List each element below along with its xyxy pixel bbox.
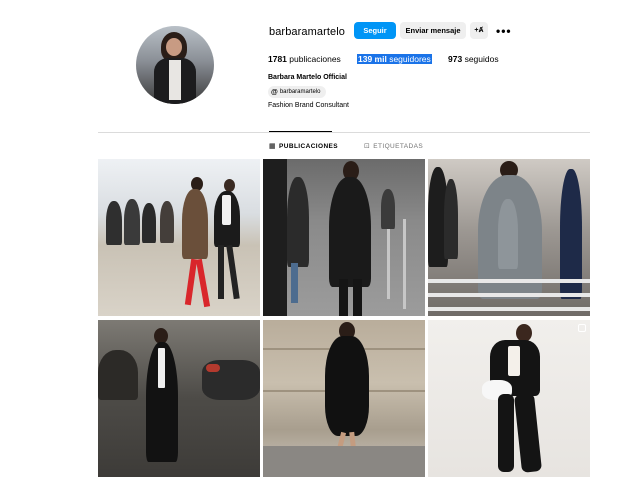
profile-bio: Fashion Brand Consultant: [268, 102, 349, 109]
tab-posts-label: PUBLICACIONES: [279, 142, 339, 150]
tab-tagged-label: ETIQUETADAS: [373, 142, 424, 150]
posts-grid: [98, 159, 590, 477]
carousel-icon: [578, 324, 586, 332]
posts-label: publicaciones: [289, 54, 341, 64]
active-tab-indicator: [269, 131, 332, 132]
followers-label: seguidores: [389, 54, 431, 64]
tab-tagged[interactable]: ⊡ ETIQUETADAS: [364, 142, 424, 151]
follow-button[interactable]: Seguir: [354, 22, 396, 39]
tab-posts[interactable]: ▦ PUBLICACIONES: [269, 142, 339, 151]
following-count: 973: [448, 54, 463, 64]
threads-link[interactable]: @ barbaramartelo: [268, 86, 326, 98]
post-thumbnail[interactable]: [98, 159, 260, 316]
grid-icon: ▦: [269, 143, 277, 150]
following-stat[interactable]: 973 seguidos: [448, 54, 499, 64]
post-thumbnail[interactable]: [428, 159, 590, 316]
post-thumbnail[interactable]: [98, 320, 260, 477]
tabs-divider: [98, 132, 590, 133]
add-person-icon: +Ⱥ: [474, 27, 484, 34]
posts-count-stat: 1781 publicaciones: [268, 54, 341, 64]
more-options-icon[interactable]: •••: [496, 24, 512, 38]
suggest-accounts-button[interactable]: +Ⱥ: [470, 22, 488, 39]
posts-count: 1781: [268, 54, 287, 64]
profile-full-name: Barbara Martelo Official: [268, 74, 347, 81]
followers-count: 139 mil: [358, 54, 387, 64]
profile-avatar[interactable]: [136, 26, 214, 104]
followers-stat[interactable]: 139 mil seguidores: [357, 54, 432, 64]
tag-icon: ⊡: [364, 143, 371, 150]
post-thumbnail[interactable]: [263, 320, 425, 477]
post-thumbnail[interactable]: [428, 320, 590, 477]
post-thumbnail[interactable]: [263, 159, 425, 316]
threads-handle: barbaramartelo: [279, 89, 321, 95]
threads-icon: @: [271, 88, 278, 96]
profile-username: barbaramartelo: [269, 26, 345, 38]
following-label: seguidos: [464, 54, 499, 64]
send-message-button[interactable]: Enviar mensaje: [400, 22, 466, 39]
